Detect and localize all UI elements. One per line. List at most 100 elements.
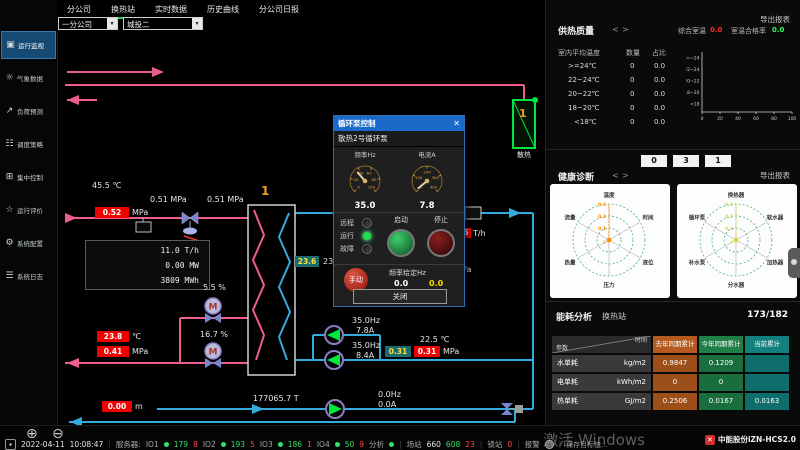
corner-param-label: 参数	[556, 344, 568, 353]
svg-text:换热器: 换热器	[728, 191, 745, 199]
sidebar-item-label: 负荷预测	[17, 106, 43, 116]
table-row: 水单耗 kg/m2 0.9847 0.1209	[552, 355, 791, 372]
sidebar-item-label: 调度策略	[17, 139, 43, 149]
sidebar-item-system-log[interactable]: ☰ 系统日志	[1, 262, 56, 290]
hmi-root: ▣ 运行监视 ☼ 气象数据 ↗ 负荷预测 ☷ 调度策略 ⊞ 集中控制 ☆ 运行评…	[0, 0, 800, 450]
chevron-down-icon[interactable]: ▾	[107, 18, 117, 29]
svg-text:0: 0	[357, 185, 360, 190]
server-err: 8	[193, 440, 198, 449]
dialog-titlebar[interactable]: 循环泵控制 ✕	[334, 116, 464, 131]
sidebar-item-label: 运行监视	[18, 40, 44, 50]
makeup-pump[interactable]	[326, 400, 344, 418]
equipment-radar-card: 0.10.20.30换热器软水器加热器分水器补水泵循环泵	[677, 184, 797, 298]
sidebar-item-dispatch-strategy[interactable]: ☷ 调度策略	[1, 130, 56, 158]
station-total: 660	[427, 440, 441, 449]
side-drawer-tab[interactable]	[788, 248, 800, 278]
current-gauge: 电流A 0100200300400 7.8	[396, 147, 458, 211]
primary-info-box: 11.0 T/h 0.00 MW 3809 MWh	[85, 240, 210, 290]
server-ok: 193	[231, 440, 245, 449]
frequency-gauge-label: 频率Hz	[334, 149, 396, 159]
sidebar-item-run-monitor[interactable]: ▣ 运行监视	[1, 31, 56, 59]
next-icon[interactable]: >	[622, 25, 629, 34]
sidebar-item-weather-data[interactable]: ☼ 气象数据	[1, 64, 56, 92]
parameter-radar-card: 0.10.20.30温度时间液位压力热量流量	[550, 184, 670, 298]
strategy-icon: ☷	[4, 139, 15, 149]
valve-open-pct-top: 5.5 %	[203, 283, 226, 293]
svg-text:100: 100	[368, 185, 376, 190]
mixing-motor-valve-bottom[interactable]: M	[205, 343, 221, 368]
close-icon[interactable]: ✕	[453, 119, 460, 128]
hq-row-count: 0	[630, 104, 634, 112]
sidebar-item-run-evaluation[interactable]: ☆ 运行评价	[1, 196, 56, 224]
motor-letter: M	[209, 348, 218, 358]
server-name: IO4	[317, 440, 330, 449]
close-button[interactable]: 关闭	[353, 289, 447, 304]
param-cell: 水单耗 kg/m2	[552, 355, 651, 372]
station-select-value: 城投二	[127, 20, 150, 29]
chevron-down-icon[interactable]: ▾	[192, 18, 202, 29]
running-led	[362, 231, 372, 241]
pump2-amp: 8.4A	[356, 351, 374, 361]
pressure-b: 0.51 MPa	[207, 195, 244, 205]
hq-row-count: 0	[630, 76, 634, 84]
server-err: 5	[250, 440, 255, 449]
monitor-icon: ▣	[5, 40, 16, 50]
avg-room-temp-value: 0.0	[710, 26, 722, 34]
makeup-pump-hz: 0.0Hz	[378, 390, 401, 400]
start-button[interactable]	[387, 229, 415, 257]
next-icon[interactable]: >	[622, 171, 629, 180]
flow-meter[interactable]	[465, 207, 481, 219]
circulation-pump-2[interactable]	[325, 351, 343, 369]
tab-history-curve[interactable]: 历史曲线	[205, 1, 241, 19]
stop-button[interactable]	[427, 229, 455, 257]
heat-source-box[interactable]	[513, 97, 538, 148]
frequency-gauge-dial: 020406080100	[337, 159, 393, 197]
svg-text:0.2: 0.2	[725, 214, 733, 220]
secondary-return-pressure-alarm: 0.31	[414, 346, 440, 357]
station-offline: 23	[465, 440, 475, 449]
prev-icon[interactable]: <	[612, 25, 619, 34]
current-gauge-label: 电流A	[396, 149, 458, 159]
station-select[interactable]: 城投二 ▾	[123, 17, 203, 30]
freq-setpoint-value[interactable]: 0.0	[394, 279, 408, 288]
supply-temp: 45.5 ℃	[92, 181, 121, 191]
company-select[interactable]: 一分公司 ▾	[58, 17, 118, 30]
svg-text:时间: 时间	[642, 214, 654, 222]
tab-branch-daily[interactable]: 分公司日报	[257, 1, 301, 19]
prev-icon[interactable]: <	[612, 171, 619, 180]
strainer[interactable]	[136, 218, 151, 232]
value-cell: 0.1209	[699, 355, 743, 372]
health-count-box[interactable]: 1	[705, 155, 731, 167]
param-unit: kg/m2	[624, 355, 646, 372]
freq-setpoint-label: 频率给定Hz	[389, 268, 426, 278]
hq-row-pct: 0.0	[654, 90, 665, 98]
heat-exchanger[interactable]	[248, 205, 295, 375]
server-ok: 186	[288, 440, 302, 449]
server-status-icon	[164, 442, 169, 447]
value-cell	[745, 374, 789, 391]
sidebar-item-label: 集中控制	[17, 172, 43, 182]
mixing-motor-valve-top[interactable]: M	[205, 298, 221, 323]
server-name: IO1	[146, 440, 159, 449]
health-count-box[interactable]: 3	[673, 155, 699, 167]
sidebar-item-load-forecast[interactable]: ↗ 负荷预测	[1, 97, 56, 125]
hq-export-button[interactable]: 导出报表	[760, 14, 790, 25]
sidebar: ▣ 运行监视 ☼ 气象数据 ↗ 负荷预测 ☷ 调度策略 ⊞ 集中控制 ☆ 运行评…	[0, 0, 58, 425]
svg-text:20~22: 20~22	[686, 79, 700, 85]
sidebar-item-central-control[interactable]: ⊞ 集中控制	[1, 163, 56, 191]
tank-level-unit: m	[135, 402, 143, 412]
health-count-box[interactable]: 0	[641, 155, 667, 167]
svg-text:0: 0	[730, 240, 733, 246]
circulation-pump-1[interactable]	[325, 326, 343, 344]
sidebar-item-system-config[interactable]: ⚙ 系统配置	[1, 229, 56, 257]
value-cell: 0	[653, 374, 697, 391]
svg-text:0.3: 0.3	[725, 202, 733, 208]
param-name: 热单耗	[557, 393, 578, 410]
start-label: 启动	[386, 215, 416, 225]
info-power: 0.00 MW	[86, 258, 209, 273]
health-export-button[interactable]: 导出报表	[760, 170, 790, 181]
top-nav: 分公司 换热站 实时数据 历史曲线 分公司日报 一分公司 ▾ 城投二 ▾	[57, 0, 545, 32]
supply-pressure-unit: MPa	[132, 208, 148, 218]
corner-time-label: 时间	[635, 336, 647, 345]
value-cell: 0	[699, 374, 743, 391]
